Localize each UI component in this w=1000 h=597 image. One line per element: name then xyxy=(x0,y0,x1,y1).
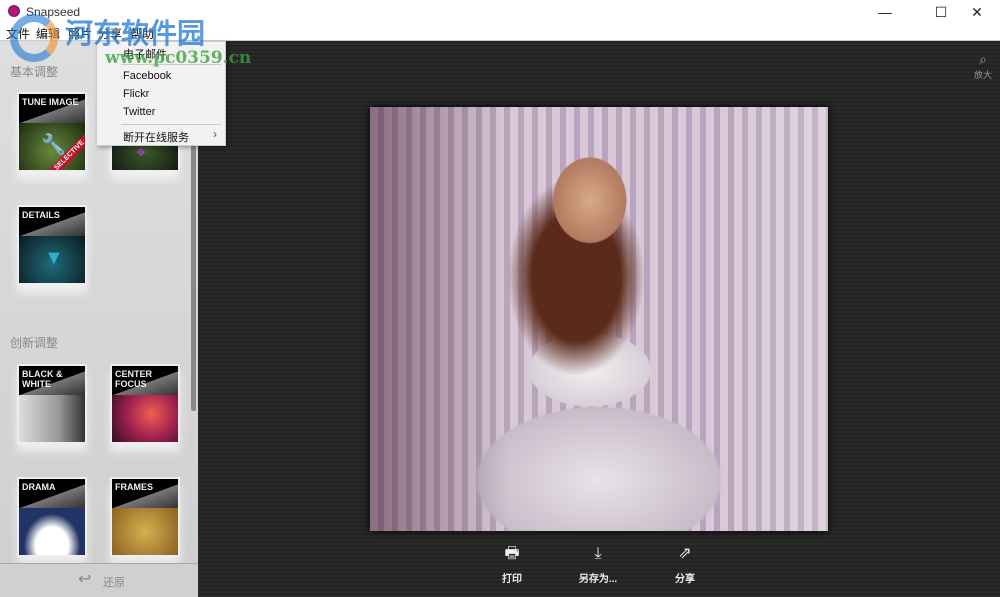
share-email[interactable]: 电子邮件 xyxy=(123,46,223,62)
sharpen-icon: ▼ xyxy=(44,247,64,269)
share-flickr[interactable]: Flickr xyxy=(123,88,223,100)
menu-help[interactable]: 帮助 xyxy=(130,25,154,42)
snapseed-logo-icon xyxy=(8,5,20,17)
menu-share[interactable]: 分享 xyxy=(98,25,122,42)
menu-edit[interactable]: 编辑 xyxy=(36,25,60,42)
minimize-button[interactable]: — xyxy=(862,0,908,24)
close-button[interactable]: ✕ xyxy=(954,0,1000,24)
search-icon: ⌕ xyxy=(979,51,987,67)
editor-canvas: ⌕ 放大 🖶 打印 ⤓ 另存为... ⇗ 分享 xyxy=(198,41,1000,597)
download-icon: ⤓ xyxy=(594,545,602,562)
save-as-button[interactable]: ⤓ 另存为... xyxy=(568,544,628,585)
chevron-right-icon: › xyxy=(213,127,217,141)
menu-file[interactable]: 文件 xyxy=(6,25,30,42)
wrench-icon: 🔧 xyxy=(41,134,66,156)
print-button[interactable]: 🖶 打印 xyxy=(482,544,542,585)
window-title: Snapseed xyxy=(26,5,81,19)
tile-tune-image[interactable]: TUNE IMAGE 🔧 SELECTIVE xyxy=(17,92,87,172)
basic-section-label: 基本调整 xyxy=(10,65,59,79)
undo-arrow-icon: ↩ xyxy=(78,571,92,588)
share-icon: ⇗ xyxy=(678,545,692,562)
tile-black-white[interactable]: BLACK & WHITE xyxy=(17,364,87,444)
menu-separator xyxy=(121,64,221,65)
tile-drama[interactable]: DRAMA xyxy=(17,477,87,557)
menu-bar: 文件 编辑 照片 分享 帮助 xyxy=(0,24,1000,41)
zoom-button[interactable]: ⌕ 放大 xyxy=(972,51,994,81)
title-bar: Snapseed — ☐ ✕ xyxy=(0,0,1000,24)
tile-frames[interactable]: FRAMES xyxy=(110,477,180,557)
menu-photo[interactable]: 照片 xyxy=(68,25,92,42)
tile-details[interactable]: DETAILS ▼ xyxy=(17,205,87,285)
disconnect-services[interactable]: 断开在线服务 xyxy=(123,129,223,145)
share-facebook[interactable]: Facebook xyxy=(123,70,223,82)
restore-button[interactable]: ↩ 还原 xyxy=(0,563,198,597)
tile-center-focus[interactable]: CENTER FOCUS xyxy=(110,364,180,444)
menu-separator xyxy=(121,124,221,125)
share-dropdown-menu: 电子邮件 Facebook Flickr Twitter 断开在线服务 › xyxy=(96,41,226,146)
creative-section-label: 创新调整 xyxy=(10,336,59,350)
share-button[interactable]: ⇗ 分享 xyxy=(655,544,715,585)
print-icon: 🖶 xyxy=(504,545,520,562)
photo-preview xyxy=(370,107,828,531)
share-twitter[interactable]: Twitter xyxy=(123,106,223,118)
